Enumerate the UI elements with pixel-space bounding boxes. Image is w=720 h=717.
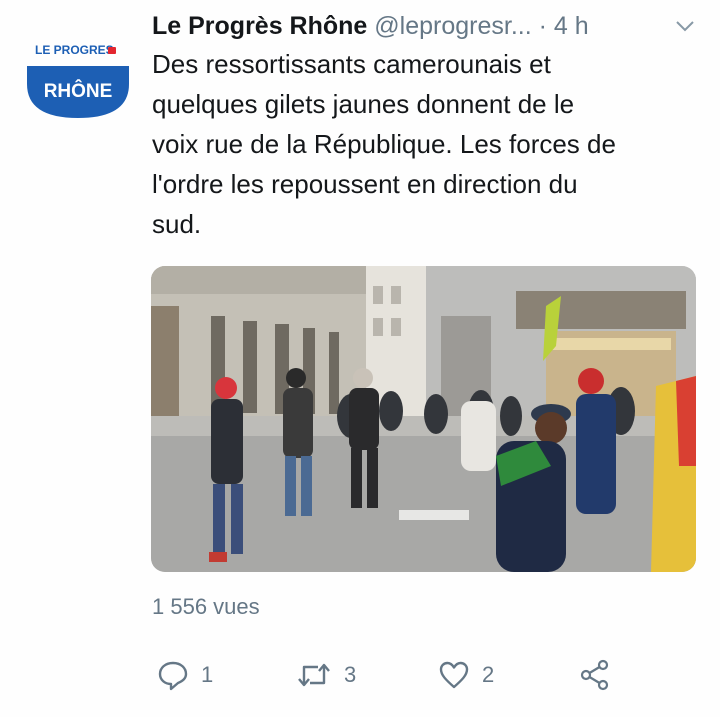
street-scene-image bbox=[151, 266, 696, 572]
share-icon bbox=[580, 659, 609, 691]
heart-icon bbox=[439, 661, 469, 689]
tweet-line: Des ressortissants camerounais et bbox=[152, 49, 551, 79]
avatar[interactable]: LE PROGRES RHÔNE bbox=[25, 34, 131, 118]
tweet-line: voix rue de la République. Les forces de bbox=[152, 129, 616, 159]
tweet-line: l'ordre les repoussent en direction du bbox=[152, 169, 578, 199]
tweet-text: Des ressortissants camerounais et quelqu… bbox=[152, 44, 697, 244]
display-name[interactable]: Le Progrès Rhône bbox=[152, 12, 367, 40]
chevron-down-icon[interactable] bbox=[674, 15, 696, 37]
separator-dot: · bbox=[538, 12, 547, 40]
reply-count: 1 bbox=[201, 662, 214, 687]
logo-brand-bottom: RHÔNE bbox=[44, 80, 113, 102]
tweet-line: quelques gilets jaunes donnent de le bbox=[152, 89, 575, 119]
action-bar: 1 3 2 bbox=[0, 659, 720, 699]
reply-button[interactable]: 1 bbox=[157, 659, 213, 691]
tweet-header: Le Progrès Rhône @leprogresr... · 4 h bbox=[152, 8, 712, 44]
timestamp[interactable]: 4 h bbox=[554, 12, 589, 40]
like-button[interactable]: 2 bbox=[438, 659, 494, 691]
retweet-count: 3 bbox=[344, 662, 357, 687]
reply-icon bbox=[158, 661, 188, 691]
le-progres-logo: LE PROGRES RHÔNE bbox=[27, 43, 129, 118]
logo-red-mark bbox=[108, 47, 116, 54]
handle[interactable]: @leprogresr... bbox=[374, 12, 531, 40]
like-count: 2 bbox=[482, 662, 495, 687]
retweet-button[interactable]: 3 bbox=[296, 659, 356, 691]
retweet-icon bbox=[298, 663, 330, 687]
logo-brand-top: LE PROGRES bbox=[35, 43, 114, 57]
tweet-line: sud. bbox=[152, 209, 202, 239]
tweet-photo[interactable] bbox=[151, 266, 696, 572]
view-count: 1 556 vues bbox=[152, 594, 260, 619]
share-button[interactable] bbox=[579, 659, 611, 691]
